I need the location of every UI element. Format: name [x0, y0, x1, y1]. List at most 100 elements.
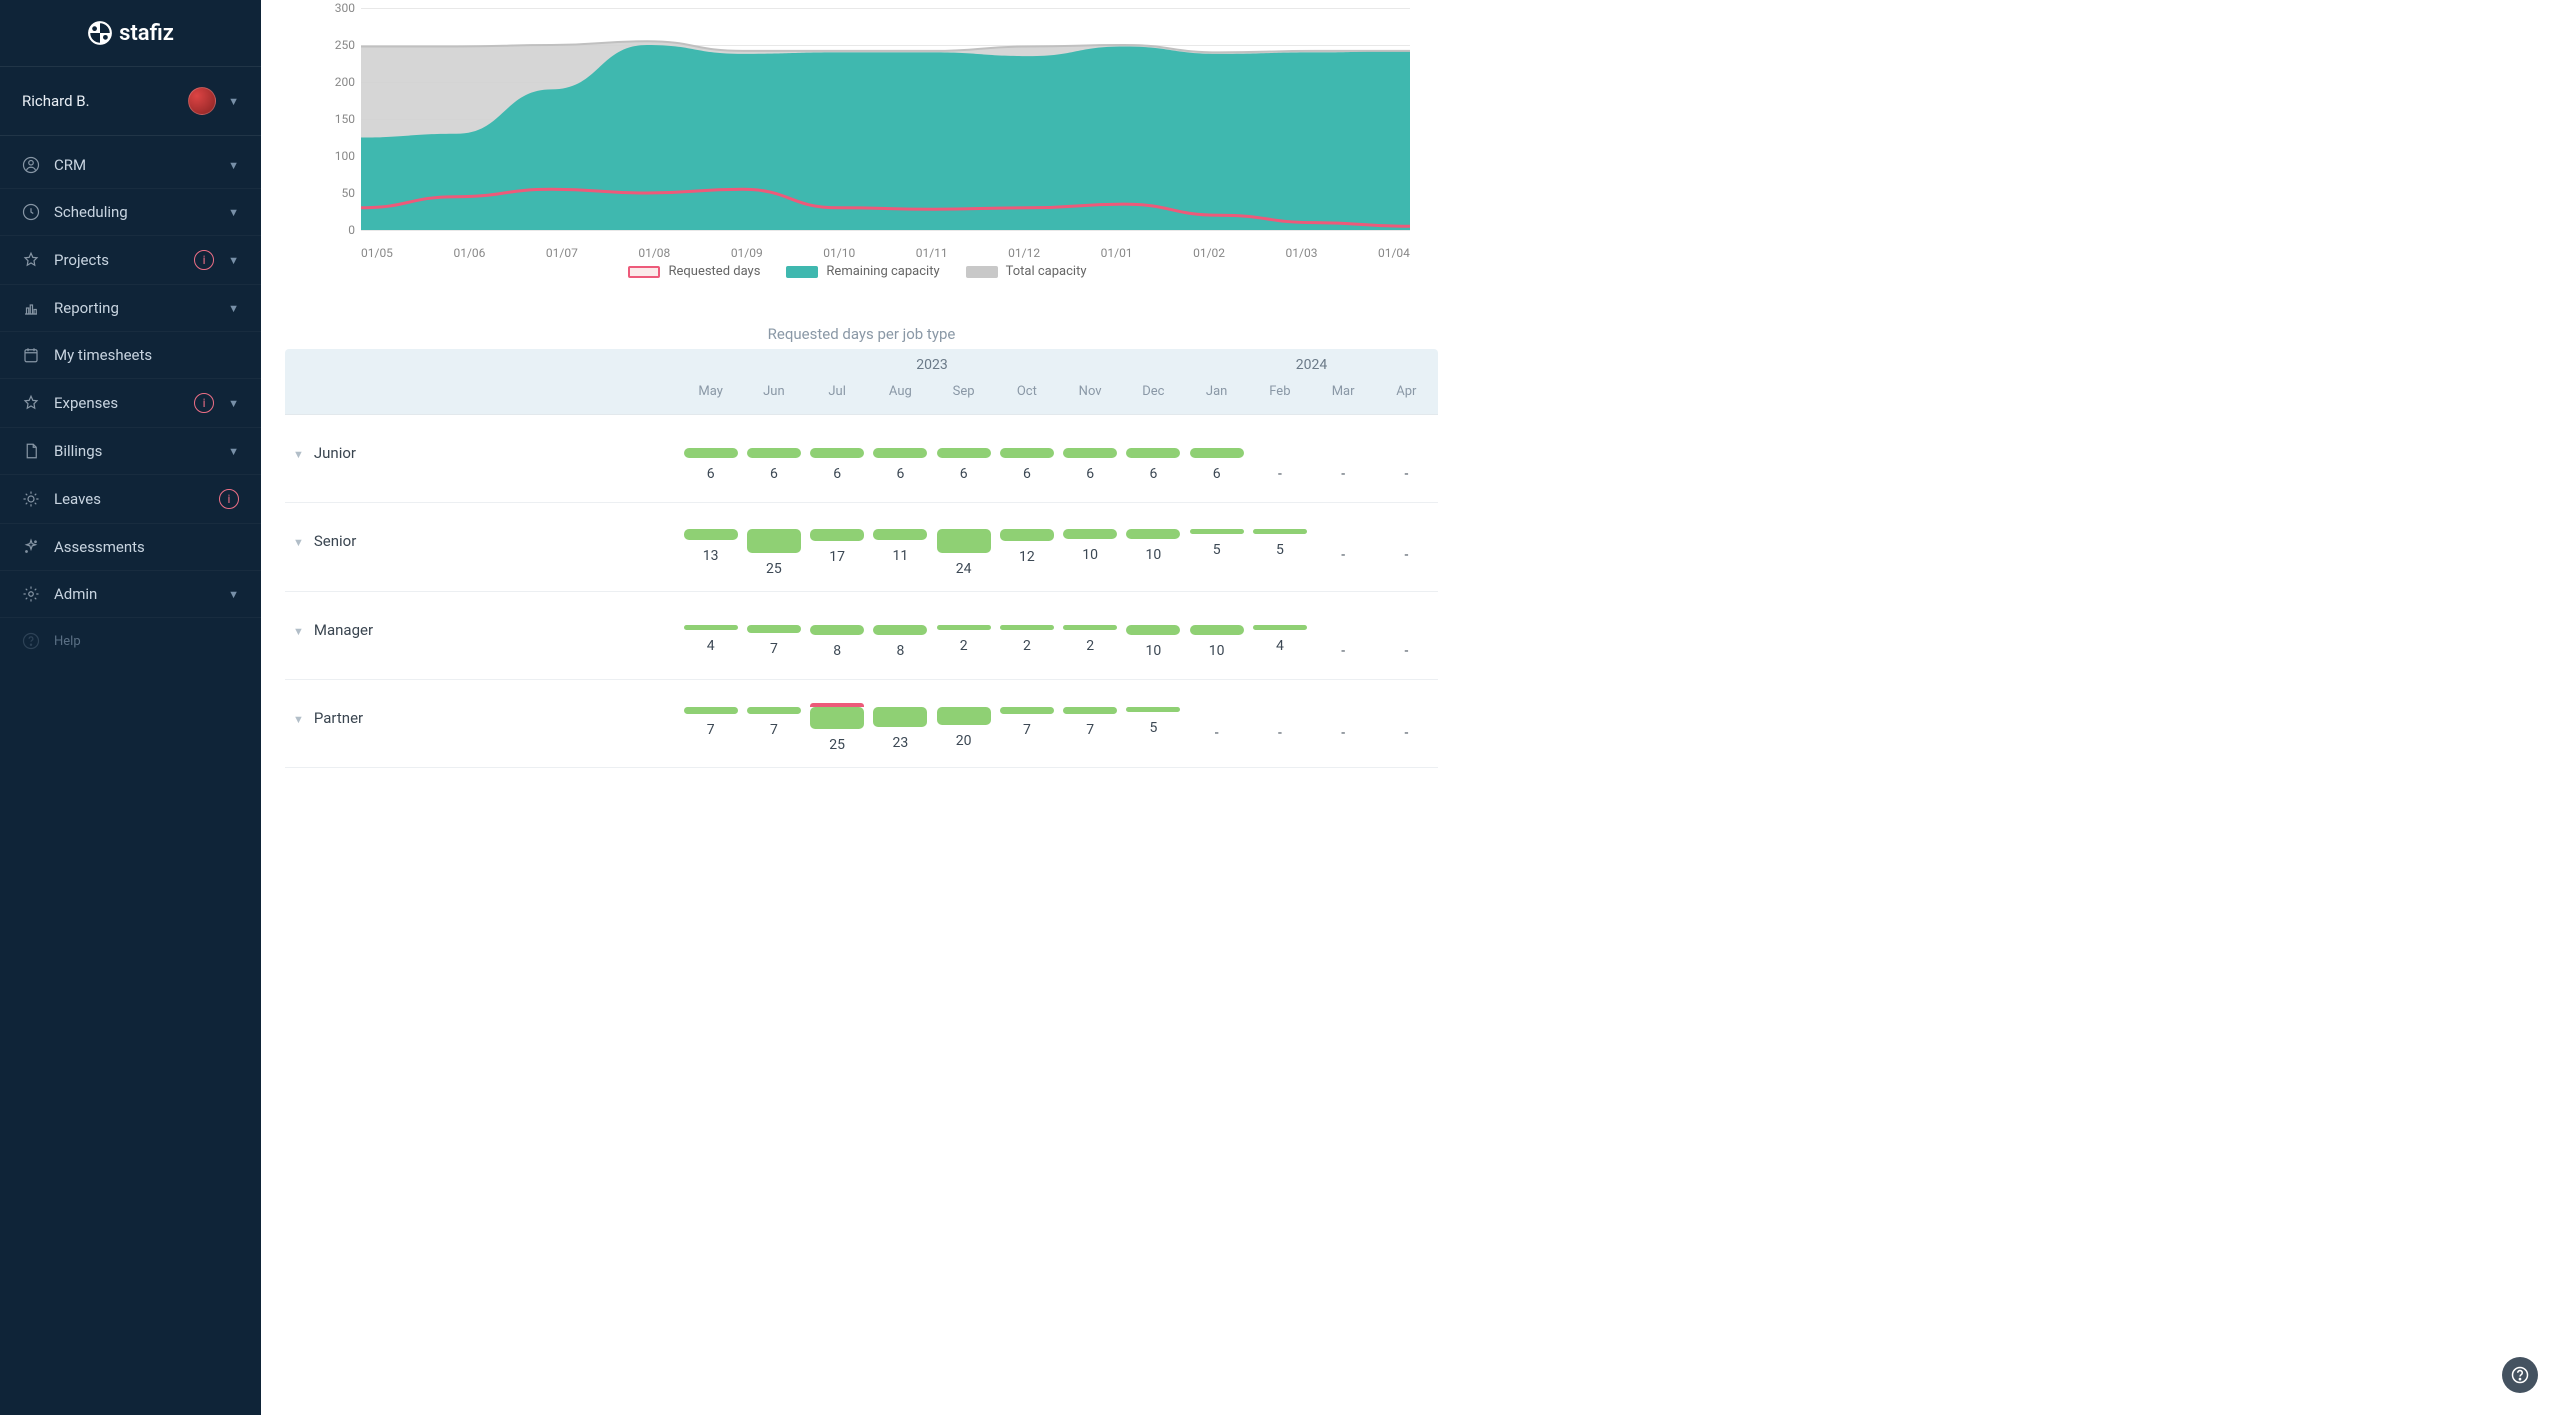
bar-icon [747, 529, 801, 553]
cell-value: 6 [1023, 466, 1031, 482]
cell-value: 7 [770, 641, 778, 657]
expand-toggle-icon[interactable]: ▼ [293, 709, 304, 726]
data-cell: 6 [679, 448, 742, 482]
sidebar-item-projects[interactable]: Projectsi▼ [0, 236, 261, 285]
cell-value: 7 [1023, 722, 1031, 738]
row-name: Senior [314, 532, 356, 550]
data-cell: - [1312, 448, 1375, 482]
bar-icon [747, 625, 801, 633]
cell-value: 2 [1023, 638, 1031, 654]
bar-icon [684, 448, 738, 458]
bar-icon [684, 625, 738, 630]
bar-icon [1126, 448, 1180, 458]
cell-value: 2 [960, 638, 968, 654]
sidebar: stafiz Richard B. ▼ CRM▼Scheduling▼Proje… [0, 0, 261, 1415]
data-cell: 5 [1185, 529, 1248, 577]
sidebar-item-assessments[interactable]: Assessments [0, 524, 261, 571]
chevron-down-icon: ▼ [228, 95, 239, 108]
expand-toggle-icon[interactable]: ▼ [293, 532, 304, 549]
cell-value: 23 [893, 735, 909, 751]
expand-toggle-icon[interactable]: ▼ [293, 444, 304, 461]
data-cell: 4 [1248, 625, 1311, 659]
sidebar-item-label: Billings [54, 442, 214, 460]
month-header: Sep [932, 382, 995, 415]
sun-icon [22, 490, 40, 508]
month-header: Jun [742, 382, 805, 415]
user-menu[interactable]: Richard B. ▼ [0, 67, 261, 136]
gear-icon [22, 585, 40, 603]
cell-value: - [1341, 547, 1345, 563]
bar-icon [937, 529, 991, 553]
legend-label: Requested days [668, 264, 760, 279]
sidebar-item-reporting[interactable]: Reporting ▼ [0, 285, 261, 332]
bar-icon [1063, 707, 1117, 714]
cell-value: 10 [1209, 643, 1225, 659]
sidebar-item-label: My timesheets [54, 346, 239, 364]
data-cell: 17 [806, 529, 869, 577]
month-header: Aug [869, 382, 932, 415]
sidebar-item-my-timesheets[interactable]: My timesheets [0, 332, 261, 379]
sidebar-item-expenses[interactable]: Expensesi▼ [0, 379, 261, 428]
cell-value: - [1341, 725, 1345, 741]
data-cell: 25 [742, 529, 805, 577]
row-name: Partner [314, 709, 363, 727]
data-cell: 2 [1059, 625, 1122, 659]
cell-value: - [1341, 643, 1345, 659]
sidebar-help[interactable]: Help [0, 618, 261, 664]
logo[interactable]: stafiz [0, 0, 261, 67]
chevron-down-icon: ▼ [228, 397, 239, 410]
cell-value: - [1215, 725, 1219, 741]
chevron-down-icon: ▼ [228, 159, 239, 172]
bar-icon [937, 625, 991, 630]
data-cell: 7 [1059, 707, 1122, 753]
y-tick-label: 50 [321, 186, 355, 200]
x-tick-label: 01/03 [1286, 246, 1318, 260]
cell-value: 10 [1082, 547, 1098, 563]
info-badge-icon: i [194, 250, 214, 270]
cell-value: 6 [1149, 466, 1157, 482]
expand-toggle-icon[interactable]: ▼ [293, 621, 304, 638]
cell-value: 7 [770, 722, 778, 738]
bar-icon [810, 625, 864, 635]
user-name: Richard B. [22, 92, 176, 110]
data-cell: 7 [679, 707, 742, 753]
data-cell: 6 [806, 448, 869, 482]
bar-icon [1379, 625, 1433, 635]
sidebar-item-label: Reporting [54, 299, 214, 317]
sidebar-item-label: Expenses [54, 394, 184, 412]
data-cell: 6 [995, 448, 1058, 482]
swatch-remaining-icon [786, 266, 818, 278]
cell-value: - [1404, 643, 1408, 659]
year-header: 2023 [679, 357, 1185, 373]
data-cell: 20 [932, 707, 995, 753]
bar-icon [873, 529, 927, 540]
bar-icon [937, 707, 991, 725]
sidebar-item-scheduling[interactable]: Scheduling▼ [0, 189, 261, 236]
chart-legend: Requested days Remaining capacity Total … [287, 264, 1428, 279]
sidebar-item-billings[interactable]: Billings▼ [0, 428, 261, 475]
x-tick-label: 01/02 [1193, 246, 1225, 260]
data-cell: - [1375, 448, 1438, 482]
month-header: Jul [806, 382, 869, 415]
table-header: 2023 2024 MayJunJulAugSepOctNovDecJanFeb… [285, 349, 1438, 415]
brand-name: stafiz [119, 21, 174, 46]
chevron-down-icon: ▼ [228, 302, 239, 315]
table-title: Requested days per job type [285, 325, 1438, 343]
sidebar-item-leaves[interactable]: Leavesi [0, 475, 261, 524]
swatch-requested-icon [628, 266, 660, 278]
table-row: ▼Partner77252320775---- [285, 680, 1438, 768]
data-cell: 6 [742, 448, 805, 482]
bar-icon [1253, 529, 1307, 534]
x-tick-label: 01/04 [1378, 246, 1410, 260]
sidebar-item-crm[interactable]: CRM▼ [0, 142, 261, 189]
cell-value: 12 [1019, 549, 1035, 565]
bar-icon [1316, 529, 1370, 539]
data-cell: 10 [1185, 625, 1248, 659]
x-tick-label: 01/10 [823, 246, 855, 260]
sidebar-item-admin[interactable]: Admin▼ [0, 571, 261, 618]
bar-icon [810, 448, 864, 458]
legend-label: Remaining capacity [826, 264, 939, 279]
month-header: Dec [1122, 382, 1185, 415]
cell-value: 6 [1213, 466, 1221, 482]
cell-value: - [1404, 466, 1408, 482]
